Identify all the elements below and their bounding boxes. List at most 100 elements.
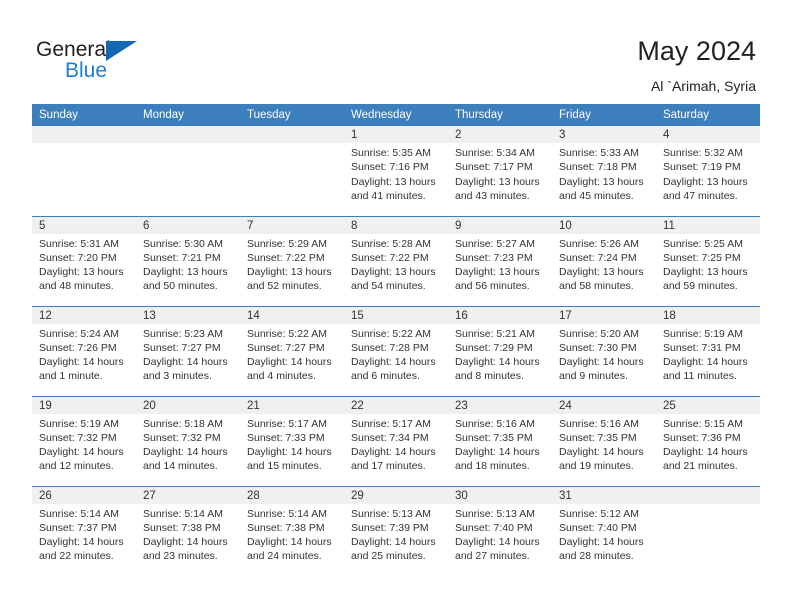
day-details: Sunrise: 5:23 AM Sunset: 7:27 PM Daylight:…: [136, 324, 240, 384]
daylight-text-line1: Daylight: 14 hours: [143, 536, 228, 549]
sunset-text: Sunset: 7:30 PM: [559, 341, 637, 354]
sunset-text: Sunset: 7:22 PM: [247, 251, 325, 264]
sunset-text: Sunset: 7:17 PM: [455, 161, 533, 174]
sunset-text: Sunset: 7:31 PM: [663, 341, 741, 354]
daylight-text-line2: and 23 minutes.: [143, 550, 218, 563]
daylight-text-line1: Daylight: 14 hours: [351, 446, 436, 459]
day-number: 6: [136, 216, 240, 234]
calendar-day-cell[interactable]: 28 Sunrise: 5:14 AM Sunset: 7:38 PM Dayligh…: [240, 485, 344, 576]
calendar-day-cell[interactable]: 9 Sunrise: 5:27 AM Sunset: 7:23 PM Daylight…: [448, 215, 552, 306]
daylight-text-line2: and 48 minutes.: [39, 280, 114, 293]
calendar-day-cell[interactable]: 31 Sunrise: 5:12 AM Sunset: 7:40 PM Dayligh…: [552, 485, 656, 576]
day-details: Sunrise: 5:16 AM Sunset: 7:35 PM Daylight:…: [552, 414, 656, 474]
calendar-day-cell[interactable]: 20 Sunrise: 5:18 AM Sunset: 7:32 PM Dayligh…: [136, 395, 240, 486]
calendar-day-cell[interactable]: 16 Sunrise: 5:21 AM Sunset: 7:29 PM Dayligh…: [448, 305, 552, 396]
sunset-text: Sunset: 7:39 PM: [351, 521, 429, 534]
day-details: Sunrise: 5:17 AM Sunset: 7:33 PM Daylight:…: [240, 414, 344, 474]
calendar-table: Sunday Monday Tuesday Wednesday Thursday…: [32, 104, 760, 576]
calendar-day-cell[interactable]: 30 Sunrise: 5:13 AM Sunset: 7:40 PM Dayligh…: [448, 485, 552, 576]
day-details: Sunrise: 5:25 AM Sunset: 7:25 PM Daylight:…: [656, 234, 760, 294]
day-number: 25: [656, 396, 760, 414]
daylight-text-line2: and 9 minutes.: [559, 370, 628, 383]
daylight-text-line1: Daylight: 14 hours: [559, 446, 644, 459]
calendar-day-cell[interactable]: 13 Sunrise: 5:23 AM Sunset: 7:27 PM Dayligh…: [136, 305, 240, 396]
calendar-day-cell[interactable]: 10 Sunrise: 5:26 AM Sunset: 7:24 PM Dayligh…: [552, 215, 656, 306]
daylight-text-line2: and 19 minutes.: [559, 460, 634, 473]
day-details: Sunrise: 5:30 AM Sunset: 7:21 PM Daylight:…: [136, 234, 240, 294]
day-number: 11: [656, 216, 760, 234]
day-details: Sunrise: 5:24 AM Sunset: 7:26 PM Daylight:…: [32, 324, 136, 384]
calendar-day-cell[interactable]: 14 Sunrise: 5:22 AM Sunset: 7:27 PM Dayligh…: [240, 305, 344, 396]
sunset-text: Sunset: 7:23 PM: [455, 251, 533, 264]
calendar-day-cell[interactable]: 12 Sunrise: 5:24 AM Sunset: 7:26 PM Dayligh…: [32, 305, 136, 396]
calendar-day-cell[interactable]: 22 Sunrise: 5:17 AM Sunset: 7:34 PM Dayligh…: [344, 395, 448, 486]
calendar-day-cell[interactable]: 4 Sunrise: 5:32 AM Sunset: 7:19 PM Daylight…: [656, 126, 760, 216]
sunrise-text: Sunrise: 5:13 AM: [455, 507, 535, 520]
sunset-text: Sunset: 7:35 PM: [559, 431, 637, 444]
calendar-day-cell[interactable]: 23 Sunrise: 5:16 AM Sunset: 7:35 PM Dayligh…: [448, 395, 552, 486]
calendar-day-cell[interactable]: 19 Sunrise: 5:19 AM Sunset: 7:32 PM Dayligh…: [32, 395, 136, 486]
daylight-text-line2: and 12 minutes.: [39, 460, 114, 473]
calendar-week-row: 19 Sunrise: 5:19 AM Sunset: 7:32 PM Dayligh…: [32, 395, 760, 486]
calendar-day-cell[interactable]: 29 Sunrise: 5:13 AM Sunset: 7:39 PM Dayligh…: [344, 485, 448, 576]
calendar-day-cell[interactable]: 7 Sunrise: 5:29 AM Sunset: 7:22 PM Daylight…: [240, 215, 344, 306]
sunset-text: Sunset: 7:34 PM: [351, 431, 429, 444]
general-blue-logo[interactable]: General Blue: [36, 38, 166, 86]
daylight-text-line2: and 27 minutes.: [455, 550, 530, 563]
calendar-day-cell[interactable]: 18 Sunrise: 5:19 AM Sunset: 7:31 PM Dayligh…: [656, 305, 760, 396]
calendar-day-cell[interactable]: 27 Sunrise: 5:14 AM Sunset: 7:38 PM Dayligh…: [136, 485, 240, 576]
daylight-text-line2: and 4 minutes.: [247, 370, 316, 383]
calendar-day-cell[interactable]: 25 Sunrise: 5:15 AM Sunset: 7:36 PM Dayligh…: [656, 395, 760, 486]
calendar-day-cell[interactable]: 11 Sunrise: 5:25 AM Sunset: 7:25 PM Dayligh…: [656, 215, 760, 306]
daylight-text-line1: Daylight: 14 hours: [351, 356, 436, 369]
daylight-text-line2: and 25 minutes.: [351, 550, 426, 563]
sunset-text: Sunset: 7:24 PM: [559, 251, 637, 264]
sunrise-text: Sunrise: 5:21 AM: [455, 327, 535, 340]
logo-triangle-icon: [106, 41, 137, 61]
calendar-day-cell[interactable]: 2 Sunrise: 5:34 AM Sunset: 7:17 PM Daylight…: [448, 126, 552, 216]
daylight-text-line1: Daylight: 13 hours: [143, 266, 228, 279]
day-details: Sunrise: 5:26 AM Sunset: 7:24 PM Daylight:…: [552, 234, 656, 294]
sunset-text: Sunset: 7:22 PM: [351, 251, 429, 264]
day-number: 16: [448, 306, 552, 324]
sunset-text: Sunset: 7:40 PM: [455, 521, 533, 534]
calendar-day-cell[interactable]: 5 Sunrise: 5:31 AM Sunset: 7:20 PM Daylight…: [32, 215, 136, 306]
calendar-week-row: 26 Sunrise: 5:14 AM Sunset: 7:37 PM Dayligh…: [32, 485, 760, 576]
day-number: 7: [240, 216, 344, 234]
day-number: 4: [656, 126, 760, 143]
calendar-day-cell[interactable]: 1 Sunrise: 5:35 AM Sunset: 7:16 PM Daylight…: [344, 126, 448, 216]
daylight-text-line2: and 11 minutes.: [663, 370, 737, 383]
sunset-text: Sunset: 7:19 PM: [663, 161, 741, 174]
calendar-day-cell[interactable]: 26 Sunrise: 5:14 AM Sunset: 7:37 PM Dayligh…: [32, 485, 136, 576]
sunset-text: Sunset: 7:36 PM: [663, 431, 741, 444]
calendar-header-row: Sunday Monday Tuesday Wednesday Thursday…: [32, 104, 760, 126]
day-number: 5: [32, 216, 136, 234]
day-details: Sunrise: 5:21 AM Sunset: 7:29 PM Daylight:…: [448, 324, 552, 384]
day-details: Sunrise: 5:27 AM Sunset: 7:23 PM Daylight:…: [448, 234, 552, 294]
daylight-text-line2: and 58 minutes.: [559, 280, 634, 293]
sunrise-text: Sunrise: 5:15 AM: [663, 417, 743, 430]
day-details: Sunrise: 5:34 AM Sunset: 7:17 PM Daylight:…: [448, 143, 552, 203]
calendar-day-cell[interactable]: 3 Sunrise: 5:33 AM Sunset: 7:18 PM Daylight…: [552, 126, 656, 216]
day-details: Sunrise: 5:14 AM Sunset: 7:38 PM Daylight:…: [240, 504, 344, 564]
calendar-day-cell[interactable]: 21 Sunrise: 5:17 AM Sunset: 7:33 PM Dayligh…: [240, 395, 344, 486]
calendar-day-cell[interactable]: 6 Sunrise: 5:30 AM Sunset: 7:21 PM Daylight…: [136, 215, 240, 306]
daylight-text-line1: Daylight: 13 hours: [559, 266, 644, 279]
day-details: Sunrise: 5:29 AM Sunset: 7:22 PM Daylight:…: [240, 234, 344, 294]
day-number: 29: [344, 486, 448, 504]
calendar-day-cell[interactable]: 15 Sunrise: 5:22 AM Sunset: 7:28 PM Dayligh…: [344, 305, 448, 396]
day-details: Sunrise: 5:14 AM Sunset: 7:37 PM Daylight:…: [32, 504, 136, 564]
sunset-text: Sunset: 7:27 PM: [143, 341, 221, 354]
day-details: Sunrise: 5:12 AM Sunset: 7:40 PM Daylight:…: [552, 504, 656, 564]
daylight-text-line1: Daylight: 13 hours: [247, 266, 332, 279]
calendar-day-cell[interactable]: 24 Sunrise: 5:16 AM Sunset: 7:35 PM Dayligh…: [552, 395, 656, 486]
calendar-day-cell[interactable]: 8 Sunrise: 5:28 AM Sunset: 7:22 PM Daylight…: [344, 215, 448, 306]
weekday-header-friday: Friday: [552, 104, 656, 126]
day-number: [240, 126, 344, 143]
day-number: 15: [344, 306, 448, 324]
sunrise-text: Sunrise: 5:34 AM: [455, 147, 535, 159]
daylight-text-line2: and 59 minutes.: [663, 280, 738, 293]
calendar-day-cell[interactable]: 17 Sunrise: 5:20 AM Sunset: 7:30 PM Dayligh…: [552, 305, 656, 396]
daylight-text-line1: Daylight: 14 hours: [663, 356, 748, 369]
day-number: 30: [448, 486, 552, 504]
